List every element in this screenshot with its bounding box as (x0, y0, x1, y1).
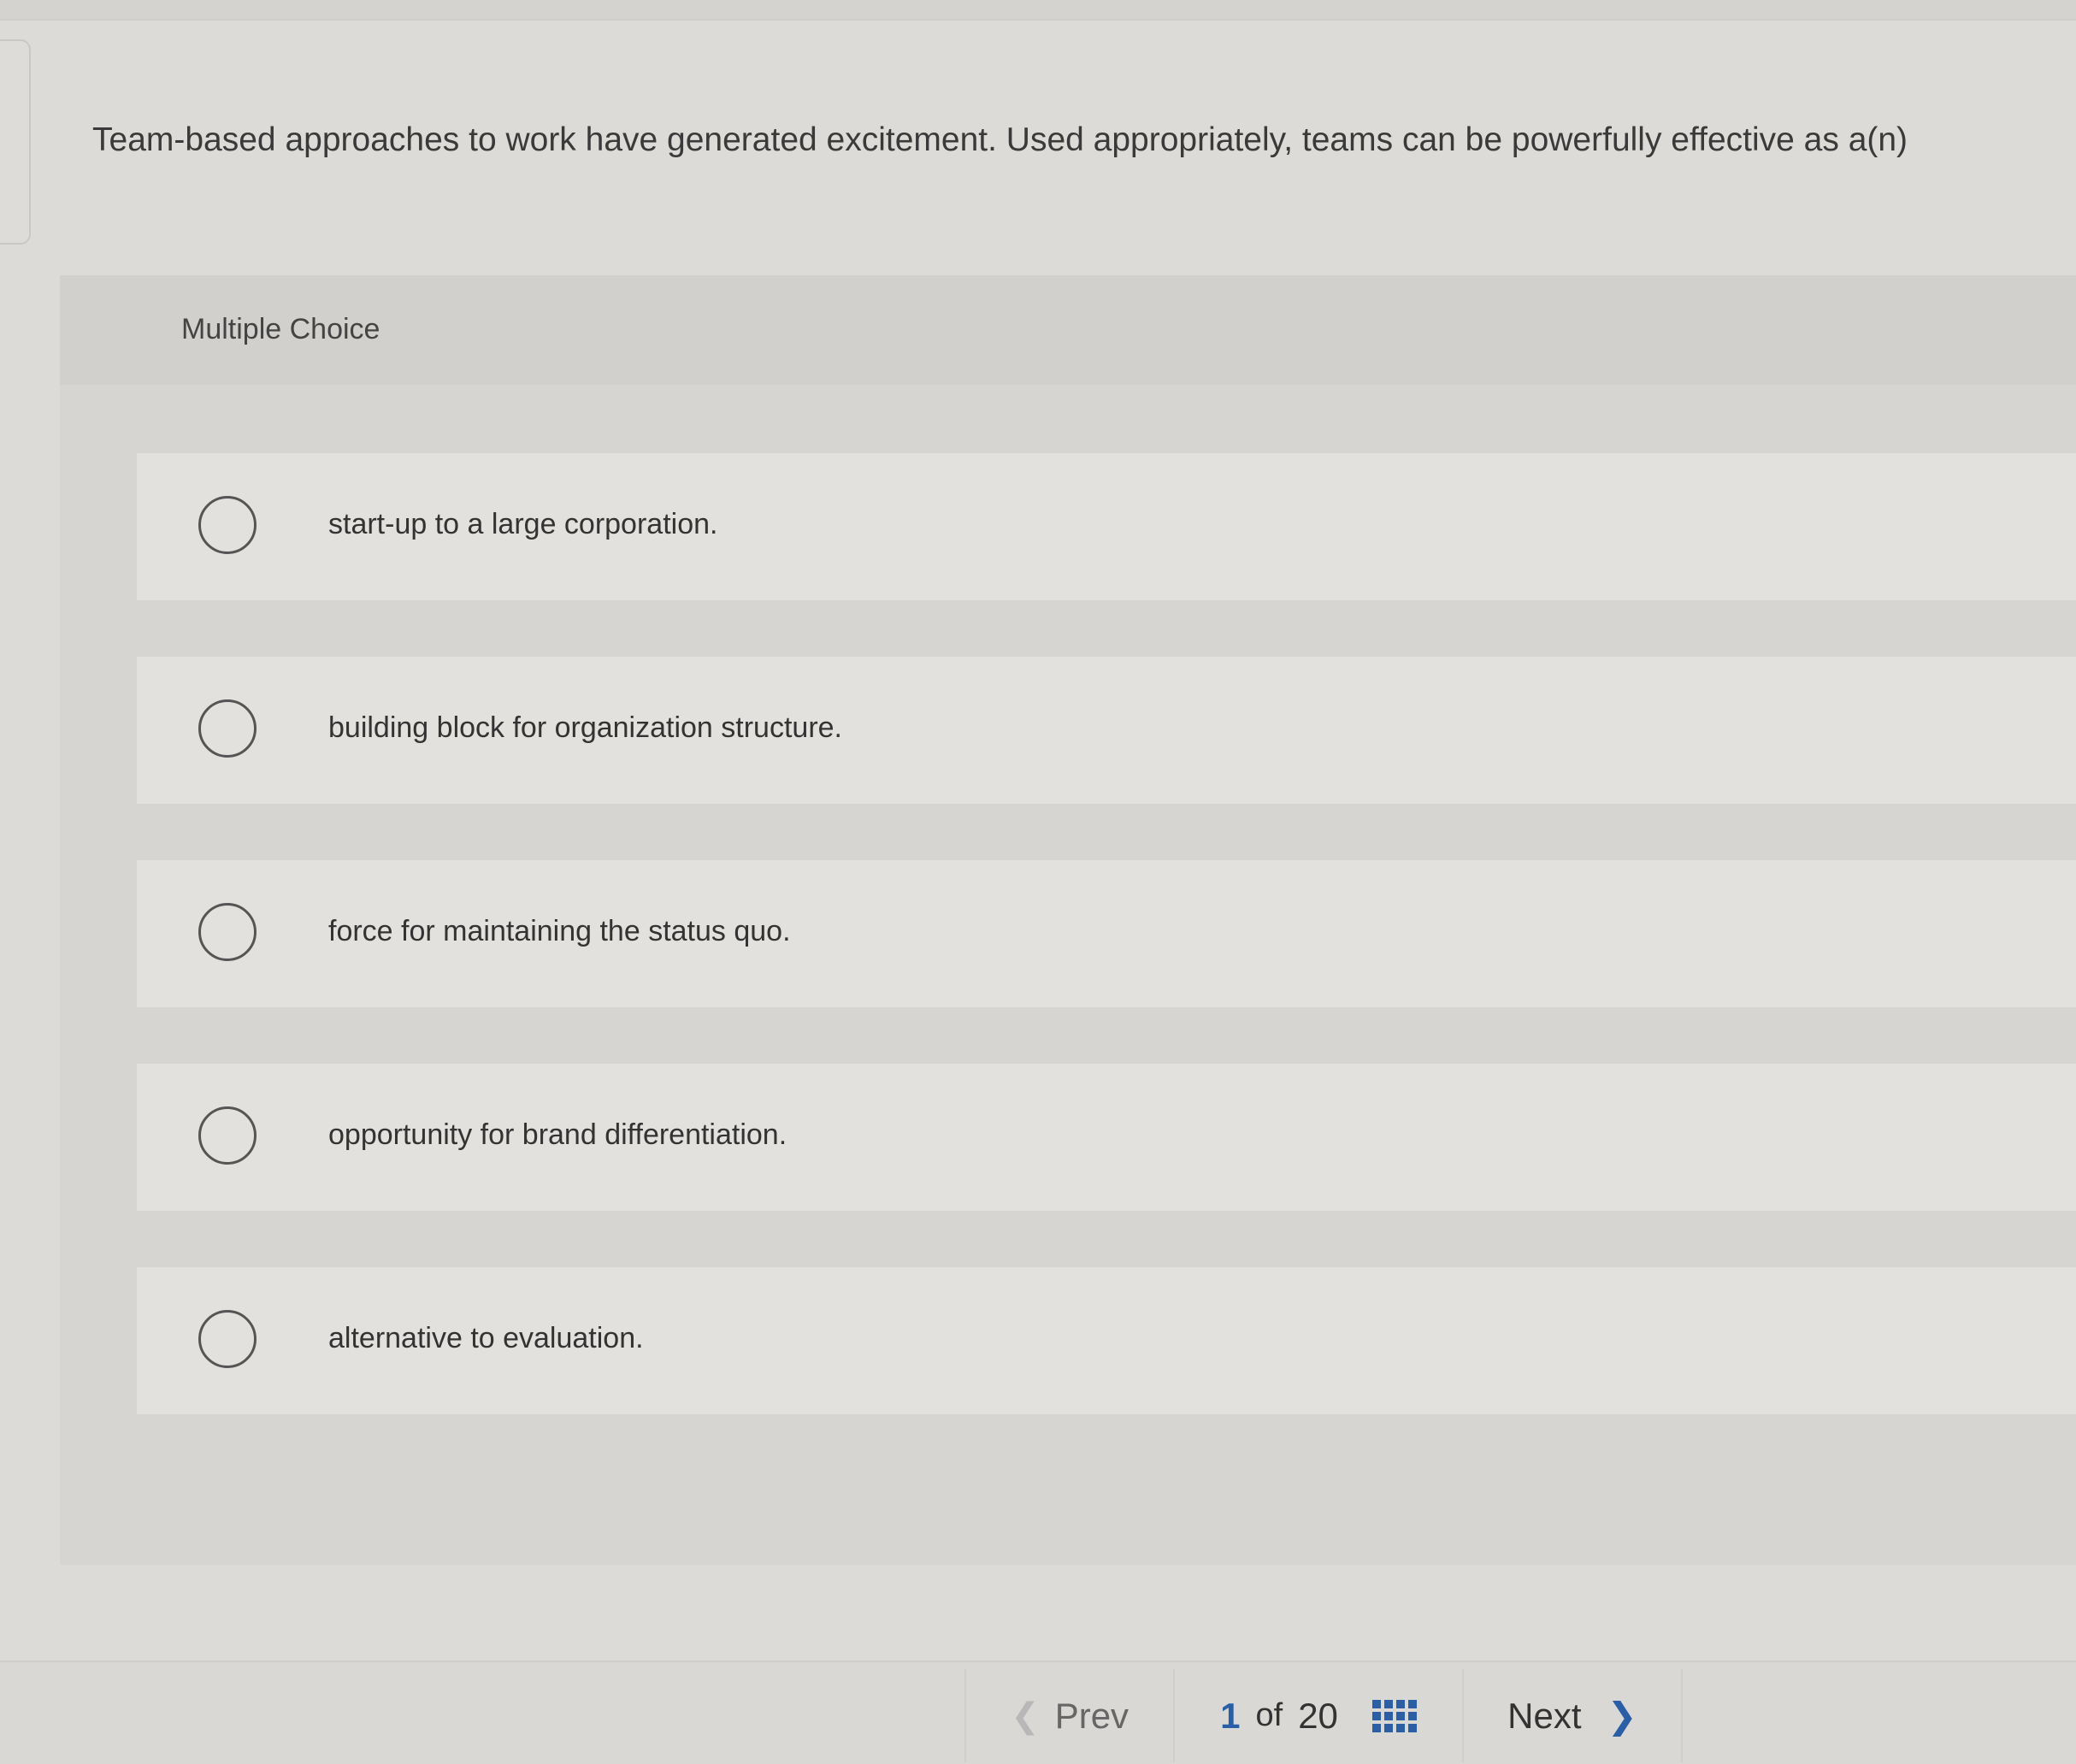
choice-label: start-up to a large corporation. (328, 508, 718, 540)
panel-title: Multiple Choice (181, 313, 380, 345)
choice-option-1[interactable]: start-up to a large corporation. (137, 453, 2076, 600)
choice-label: building block for organization structur… (328, 711, 842, 744)
top-bar (0, 0, 2076, 21)
prev-button[interactable]: ❮ Prev (964, 1669, 1173, 1762)
page-current: 1 (1220, 1695, 1241, 1736)
prev-label: Prev (1054, 1695, 1129, 1736)
grid-icon[interactable] (1371, 1699, 1417, 1732)
choice-option-5[interactable]: alternative to evaluation. (137, 1267, 2076, 1414)
radio-button[interactable] (198, 496, 257, 554)
page-of-label: of (1255, 1697, 1283, 1733)
radio-button[interactable] (198, 1106, 257, 1165)
page-total: 20 (1298, 1695, 1338, 1736)
next-label: Next (1507, 1695, 1582, 1736)
radio-button[interactable] (198, 699, 257, 758)
question-text: Team-based approaches to work have gener… (92, 121, 1908, 158)
choice-label: force for maintaining the status quo. (328, 915, 791, 947)
choice-option-2[interactable]: building block for organization structur… (137, 657, 2076, 804)
next-button[interactable]: Next ❯ (1461, 1669, 1683, 1762)
multiple-choice-panel: Multiple Choice start-up to a large corp… (60, 275, 2076, 1565)
chevron-left-icon: ❮ (1011, 1696, 1040, 1735)
pagination: ❮ Prev 1 of 20 Next ❯ (964, 1669, 1683, 1762)
chevron-right-icon: ❯ (1607, 1696, 1637, 1736)
choice-list: start-up to a large corporation. buildin… (137, 453, 2076, 1471)
choice-option-4[interactable]: opportunity for brand differentiation. (137, 1064, 2076, 1211)
side-tab[interactable] (0, 39, 31, 245)
page-indicator[interactable]: 1 of 20 (1173, 1669, 1462, 1762)
panel-header: Multiple Choice (60, 275, 2076, 385)
choice-label: opportunity for brand differentiation. (328, 1118, 787, 1151)
choice-option-3[interactable]: force for maintaining the status quo. (137, 860, 2076, 1007)
radio-button[interactable] (198, 903, 257, 961)
choice-label: alternative to evaluation. (328, 1322, 644, 1354)
radio-button[interactable] (198, 1310, 257, 1368)
